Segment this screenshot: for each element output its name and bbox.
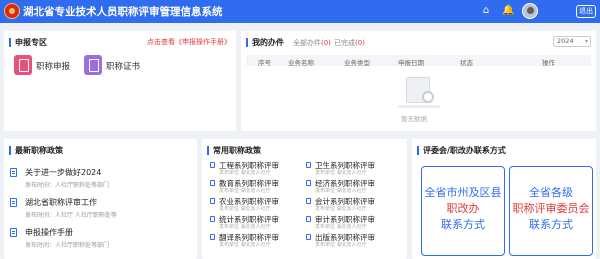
item-sub: 发布时间：人社厅职称处等部门 xyxy=(25,242,110,249)
list-item[interactable]: 统计系列职称评审 发布单位 湖北省人社厅 xyxy=(210,215,305,231)
list-item[interactable]: 会计系列职称评审 发布单位 湖北省人社厅 xyxy=(306,197,401,213)
home-icon[interactable]: ⌂ xyxy=(480,5,492,17)
card-line: 联系方式 xyxy=(441,218,485,231)
apply-zone-panel: 申报专区 点击查看《申报操作手册》 职称申报 职称证书 xyxy=(4,31,236,131)
card-line: 职称评审委员会 xyxy=(512,202,590,215)
document-icon xyxy=(306,162,311,168)
county-office-contact-card[interactable]: 全省市州及区县 职改办 联系方式 xyxy=(421,166,505,256)
exit-button[interactable]: 退出 xyxy=(576,5,596,18)
list-item[interactable]: 申报操作手册 发布时间：人社厅职称处等部门 xyxy=(10,227,190,253)
document-icon xyxy=(306,234,311,240)
document-icon xyxy=(210,234,215,240)
bell-icon[interactable]: 🔔 xyxy=(502,5,514,17)
document-icon xyxy=(306,216,311,222)
item-title: 湖北省职称评审工作 xyxy=(25,198,97,207)
card-line: 职改办 xyxy=(446,202,480,215)
card-line: 全省各级 xyxy=(529,186,573,199)
tab-count: (0) xyxy=(321,39,331,47)
panel-title: 最新职称政策 xyxy=(9,146,63,155)
latest-policy-panel: 最新职称政策 关于进一步做好2024 发布时间：人社厅职称处等部门 湖北省职称评… xyxy=(4,139,197,259)
item-sub: 发布时间：人社厅职称处等部门 xyxy=(25,182,110,189)
list-item[interactable]: 审计系列职称评审 发布单位 湖北省人社厅 xyxy=(306,215,401,231)
item-sub: 发布单位 湖北省人社厅 xyxy=(219,206,271,212)
tab-count: (0) xyxy=(355,39,365,47)
panel-title: 评委会/职改办联系方式 xyxy=(417,146,506,155)
committee-contact-card[interactable]: 全省各级 职称评审委员会 联系方式 xyxy=(509,166,593,256)
list-item[interactable]: 农业系列职称评审 发布单位 湖北省人社厅 xyxy=(210,197,305,213)
column-header: 业务名称 xyxy=(288,59,314,67)
item-sub: 发布单位 湖北省人社厅 xyxy=(219,242,271,248)
title-apply-button[interactable]: 职称申报 xyxy=(14,55,86,75)
panel-title: 常用职称政策 xyxy=(207,146,261,155)
item-sub: 发布单位 湖北省人社厅 xyxy=(315,206,367,212)
document-icon xyxy=(210,216,215,222)
tab-all[interactable]: 全部办件(0) xyxy=(293,38,331,48)
item-sub: 发布单位 湖北省人社厅 xyxy=(315,188,367,194)
column-header: 状态 xyxy=(460,59,473,67)
list-item[interactable]: 经济系列职称评审 发布单位 湖北省人社厅 xyxy=(306,179,401,195)
tab-label: 全部办件 xyxy=(293,39,321,47)
card-line: 全省市州及区县 xyxy=(424,186,502,199)
panel-title: 申报专区 xyxy=(9,38,47,47)
button-label: 职称证书 xyxy=(106,62,141,72)
item-sub: 发布单位 湖北省人社厅 xyxy=(315,224,367,230)
column-header: 操作 xyxy=(542,59,555,67)
year-select[interactable]: 2024 xyxy=(553,36,591,47)
item-sub: 发布单位 湖北省人社厅 xyxy=(219,170,271,176)
item-sub: 发布时间：人社厅 人社厅职称处等 xyxy=(25,212,117,219)
document-icon xyxy=(306,198,311,204)
tab-label: 已完成 xyxy=(334,39,355,47)
button-label: 职称申报 xyxy=(36,62,71,72)
column-header: 序号 xyxy=(258,59,271,67)
avatar[interactable] xyxy=(522,3,538,19)
list-item[interactable]: 翻译系列职称评审 发布单位 湖北省人社厅 xyxy=(210,233,305,249)
top-bar: 湖北省专业技术人员职称评审管理信息系统 ⌂ 🔔 退出 xyxy=(0,0,600,23)
certificate-icon xyxy=(84,55,102,75)
list-item[interactable]: 教育系列职称评审 发布单位 湖北省人社厅 xyxy=(210,179,305,195)
document-icon xyxy=(210,162,215,168)
empty-illustration xyxy=(398,75,440,109)
item-sub: 发布单位 湖北省人社厅 xyxy=(315,242,367,248)
list-item[interactable]: 工程系列职称评审 发布单位 湖北省人社厅 xyxy=(210,161,305,177)
document-icon xyxy=(10,198,17,207)
item-sub: 发布单位 湖北省人社厅 xyxy=(219,188,271,194)
list-item[interactable]: 湖北省职称评审工作 发布时间：人社厅 人社厅职称处等 xyxy=(10,197,190,223)
emblem-logo xyxy=(4,3,20,19)
tab-done[interactable]: 已完成(0) xyxy=(334,38,365,48)
document-icon xyxy=(210,198,215,204)
item-sub: 发布单位 湖北省人社厅 xyxy=(219,224,271,230)
list-item[interactable]: 出版系列职称评审 发布单位 湖北省人社厅 xyxy=(306,233,401,249)
panel-title: 我的办件 xyxy=(246,38,284,47)
common-policy-panel: 常用职称政策 工程系列职称评审 发布单位 湖北省人社厅 卫生系列职称评审 发布单位 … xyxy=(202,139,407,259)
my-tasks-panel: 我的办件 全部办件(0) 已完成(0) 2024 序号 业务名称 业务类型 申报… xyxy=(241,31,596,131)
table-header: 序号 业务名称 业务类型 申报日期 状态 操作 xyxy=(246,55,591,67)
document-icon xyxy=(210,180,215,186)
empty-text: 暂无数据 xyxy=(401,115,427,123)
app-title: 湖北省专业技术人员职称评审管理信息系统 xyxy=(23,6,223,18)
certificate-button[interactable]: 职称证书 xyxy=(84,55,156,75)
document-icon xyxy=(10,168,17,177)
manual-link[interactable]: 点击查看《申报操作手册》 xyxy=(147,37,231,47)
file-icon xyxy=(14,55,32,75)
document-icon xyxy=(10,228,17,237)
card-line: 联系方式 xyxy=(529,218,573,231)
document-icon xyxy=(306,180,311,186)
contacts-panel: 评委会/职改办联系方式 全省市州及区县 职改办 联系方式 全省各级 职称评审委员… xyxy=(412,139,596,259)
list-item[interactable]: 卫生系列职称评审 发布单位 湖北省人社厅 xyxy=(306,161,401,177)
item-title: 关于进一步做好2024 xyxy=(25,168,102,177)
column-header: 申报日期 xyxy=(398,59,424,67)
list-item[interactable]: 关于进一步做好2024 发布时间：人社厅职称处等部门 xyxy=(10,167,190,193)
item-title: 申报操作手册 xyxy=(25,228,73,237)
column-header: 业务类型 xyxy=(344,59,370,67)
item-sub: 发布单位 湖北省人社厅 xyxy=(315,170,367,176)
